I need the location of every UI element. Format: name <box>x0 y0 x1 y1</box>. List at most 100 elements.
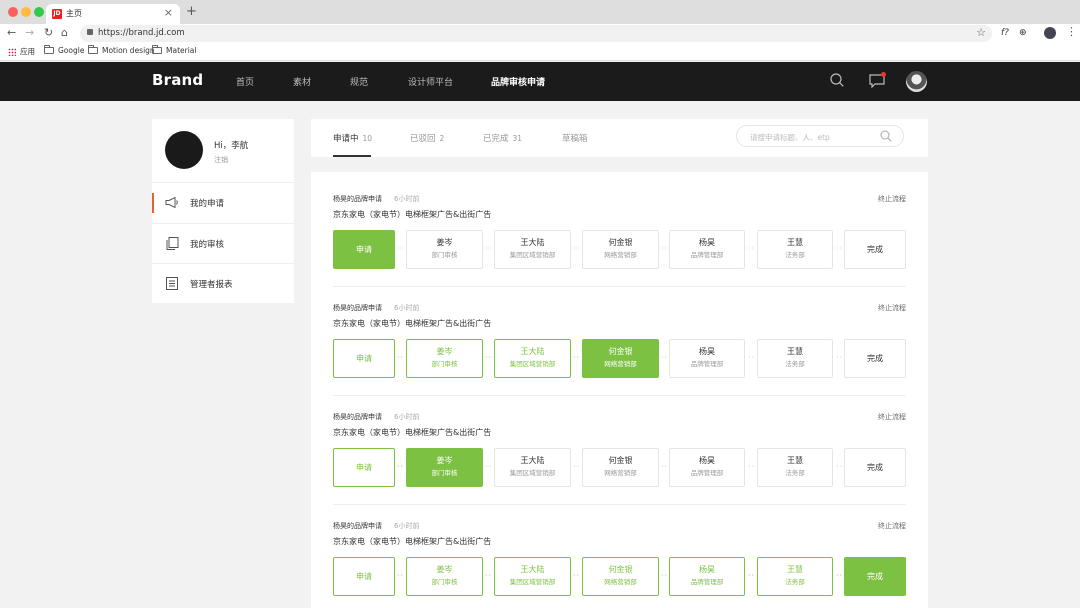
step-connector-icon: ·· <box>397 571 405 580</box>
browser-menu-icon[interactable]: ⋮ <box>1066 25 1077 39</box>
forward-arrow-icon[interactable]: → <box>25 26 34 40</box>
back-arrow-icon[interactable]: ← <box>7 26 16 40</box>
step-connector-icon: ·· <box>836 462 844 471</box>
logout-link[interactable]: 注销 <box>214 155 228 165</box>
request-time: 6小时前 <box>394 413 420 421</box>
sidebar-item-my-applications[interactable]: 我的申请 <box>152 183 294 223</box>
close-window-button[interactable] <box>8 7 18 17</box>
search-icon[interactable] <box>830 73 844 87</box>
nav-designer-platform[interactable]: 设计师平台 <box>408 75 453 88</box>
maximize-window-button[interactable] <box>34 7 44 17</box>
request-title[interactable]: 京东家电（家电节）电梯框架广告&出街广告 <box>333 536 491 547</box>
greeting: Hi，李航 <box>214 141 249 151</box>
browser-tab[interactable]: JD 主页 × <box>46 4 180 24</box>
tab-close-icon[interactable]: × <box>164 6 173 20</box>
extension-globe-icon[interactable]: ⊕ <box>1019 27 1027 39</box>
workflow-step[interactable]: 杨昊 品牌管理部 <box>669 448 745 487</box>
workflow-step[interactable]: 何金银 网络营销部 <box>582 339 659 378</box>
workflow-step[interactable]: 何金银 网络营销部 <box>582 557 659 596</box>
workflow-step[interactable]: 何金银 网络营销部 <box>582 448 659 487</box>
workflow-step[interactable]: 王大陆 集团区域营销部 <box>494 339 571 378</box>
tab-rejected[interactable]: 已驳回 2 <box>410 132 444 144</box>
step-connector-icon: ·· <box>485 571 493 580</box>
workflow-step[interactable]: 完成 <box>844 448 906 487</box>
workflow-step[interactable]: 申请 <box>333 557 395 596</box>
search-input[interactable]: 请搜申请标题、人、etp <box>736 125 904 147</box>
terminate-flow-link[interactable]: 终止流程 <box>878 303 906 313</box>
tab-completed[interactable]: 已完成 31 <box>483 132 522 144</box>
workflow-step[interactable]: 姜岑 部门审核 <box>406 230 483 269</box>
workflow-step[interactable]: 王慧 法务部 <box>757 339 833 378</box>
step-connector-icon: ·· <box>661 353 669 362</box>
user-avatar[interactable] <box>906 71 927 92</box>
workflow-step[interactable]: 王慧 法务部 <box>757 557 833 596</box>
step-name: 姜岑 <box>436 238 453 247</box>
tab-drafts[interactable]: 草稿箱 <box>562 132 588 144</box>
workflow-step[interactable]: 完成 <box>844 339 906 378</box>
bookmark-google[interactable]: Google <box>44 45 85 55</box>
step-name: 何金银 <box>608 238 633 247</box>
bookmark-star-icon[interactable]: ☆ <box>976 26 986 40</box>
profile-avatar-icon[interactable] <box>1044 27 1056 39</box>
tab-in-progress[interactable]: 申请中 10 <box>333 132 372 144</box>
extension-formula-icon[interactable]: f? <box>1001 27 1009 39</box>
workflow-step[interactable]: 杨昊 品牌管理部 <box>669 557 745 596</box>
step-department: 品牌管理部 <box>690 578 724 586</box>
workflow-step[interactable]: 杨昊 品牌管理部 <box>669 230 745 269</box>
minimize-window-button[interactable] <box>21 7 31 17</box>
bookmark-material[interactable]: Material <box>152 45 196 55</box>
workflow-step[interactable]: 王大陆 集团区域营销部 <box>494 230 571 269</box>
bookmark-label: Google <box>58 46 85 55</box>
workflow-step[interactable]: 王大陆 集团区域营销部 <box>494 557 571 596</box>
brand-logo[interactable]: Brand <box>152 71 203 89</box>
sidebar-item-manager-reports[interactable]: 管理者报表 <box>152 264 294 304</box>
terminate-flow-link[interactable]: 终止流程 <box>878 412 906 422</box>
step-name: 王慧 <box>787 238 803 247</box>
step-name: 王大陆 <box>520 347 545 356</box>
request-title[interactable]: 京东家电（家电节）电梯框架广告&出街广告 <box>333 209 491 220</box>
request-title[interactable]: 京东家电（家电节）电梯框架广告&出街广告 <box>333 427 491 438</box>
workflow-step[interactable]: 王慧 法务部 <box>757 230 833 269</box>
workflow-step[interactable]: 何金银 网络营销部 <box>582 230 659 269</box>
sidebar-item-label: 我的申请 <box>190 199 225 209</box>
workflow-step[interactable]: 姜岑 部门审核 <box>406 557 483 596</box>
step-connector-icon: ·· <box>397 244 405 253</box>
workflow-step[interactable]: 王大陆 集团区域营销部 <box>494 448 571 487</box>
nav-assets[interactable]: 素材 <box>293 75 311 88</box>
nav-brand-review[interactable]: 品牌审核申请 <box>491 75 545 88</box>
workflow-step[interactable]: 申请 <box>333 339 395 378</box>
workflow-step[interactable]: 完成 <box>844 230 906 269</box>
workflow-step[interactable]: 申请 <box>333 448 395 487</box>
folder-icon <box>44 45 54 54</box>
request-title[interactable]: 京东家电（家电节）电梯框架广告&出街广告 <box>333 318 491 329</box>
step-department: 集团区域营销部 <box>509 251 556 259</box>
tab-count: 10 <box>362 134 373 143</box>
step-department: 部门审核 <box>431 469 458 477</box>
bookmark-motion-design[interactable]: Motion design <box>88 45 155 55</box>
filter-tabs-panel: 申请中 10 已驳回 2 已完成 31 草稿箱 请搜申请标题、人、etp <box>311 119 928 157</box>
new-tab-plus-icon[interactable]: + <box>186 4 197 20</box>
terminate-flow-link[interactable]: 终止流程 <box>878 521 906 531</box>
bookmarks-bar: 应用 Google Motion design Material <box>0 43 1080 61</box>
url-input[interactable]: https://brand.jd.com ☆ <box>80 25 992 42</box>
workflow-step[interactable]: 完成 <box>844 557 906 596</box>
sidebar-item-my-reviews[interactable]: 我的审核 <box>152 224 294 264</box>
step-name: 姜岑 <box>436 456 453 465</box>
step-connector-icon: ·· <box>748 462 756 471</box>
workflow-step[interactable]: 姜岑 部门审核 <box>406 339 483 378</box>
step-name: 申请 <box>356 463 372 472</box>
nav-home[interactable]: 首页 <box>236 75 254 88</box>
address-bar: ← → ↻ ⌂ https://brand.jd.com ☆ f? ⊕ ⋮ <box>0 24 1080 43</box>
terminate-flow-link[interactable]: 终止流程 <box>878 194 906 204</box>
workflow-step[interactable]: 杨昊 品牌管理部 <box>669 339 745 378</box>
home-icon[interactable]: ⌂ <box>61 26 68 40</box>
reload-icon[interactable]: ↻ <box>44 26 53 40</box>
step-connector-icon: ·· <box>573 462 581 471</box>
workflow-step[interactable]: 申请 <box>333 230 395 269</box>
workflow-step[interactable]: 姜岑 部门审核 <box>406 448 483 487</box>
bookmark-apps[interactable]: 应用 <box>8 46 35 57</box>
search-icon[interactable] <box>880 130 892 142</box>
workflow-step[interactable]: 王慧 法务部 <box>757 448 833 487</box>
step-connector-icon: ·· <box>748 353 756 362</box>
nav-guidelines[interactable]: 规范 <box>350 75 368 88</box>
